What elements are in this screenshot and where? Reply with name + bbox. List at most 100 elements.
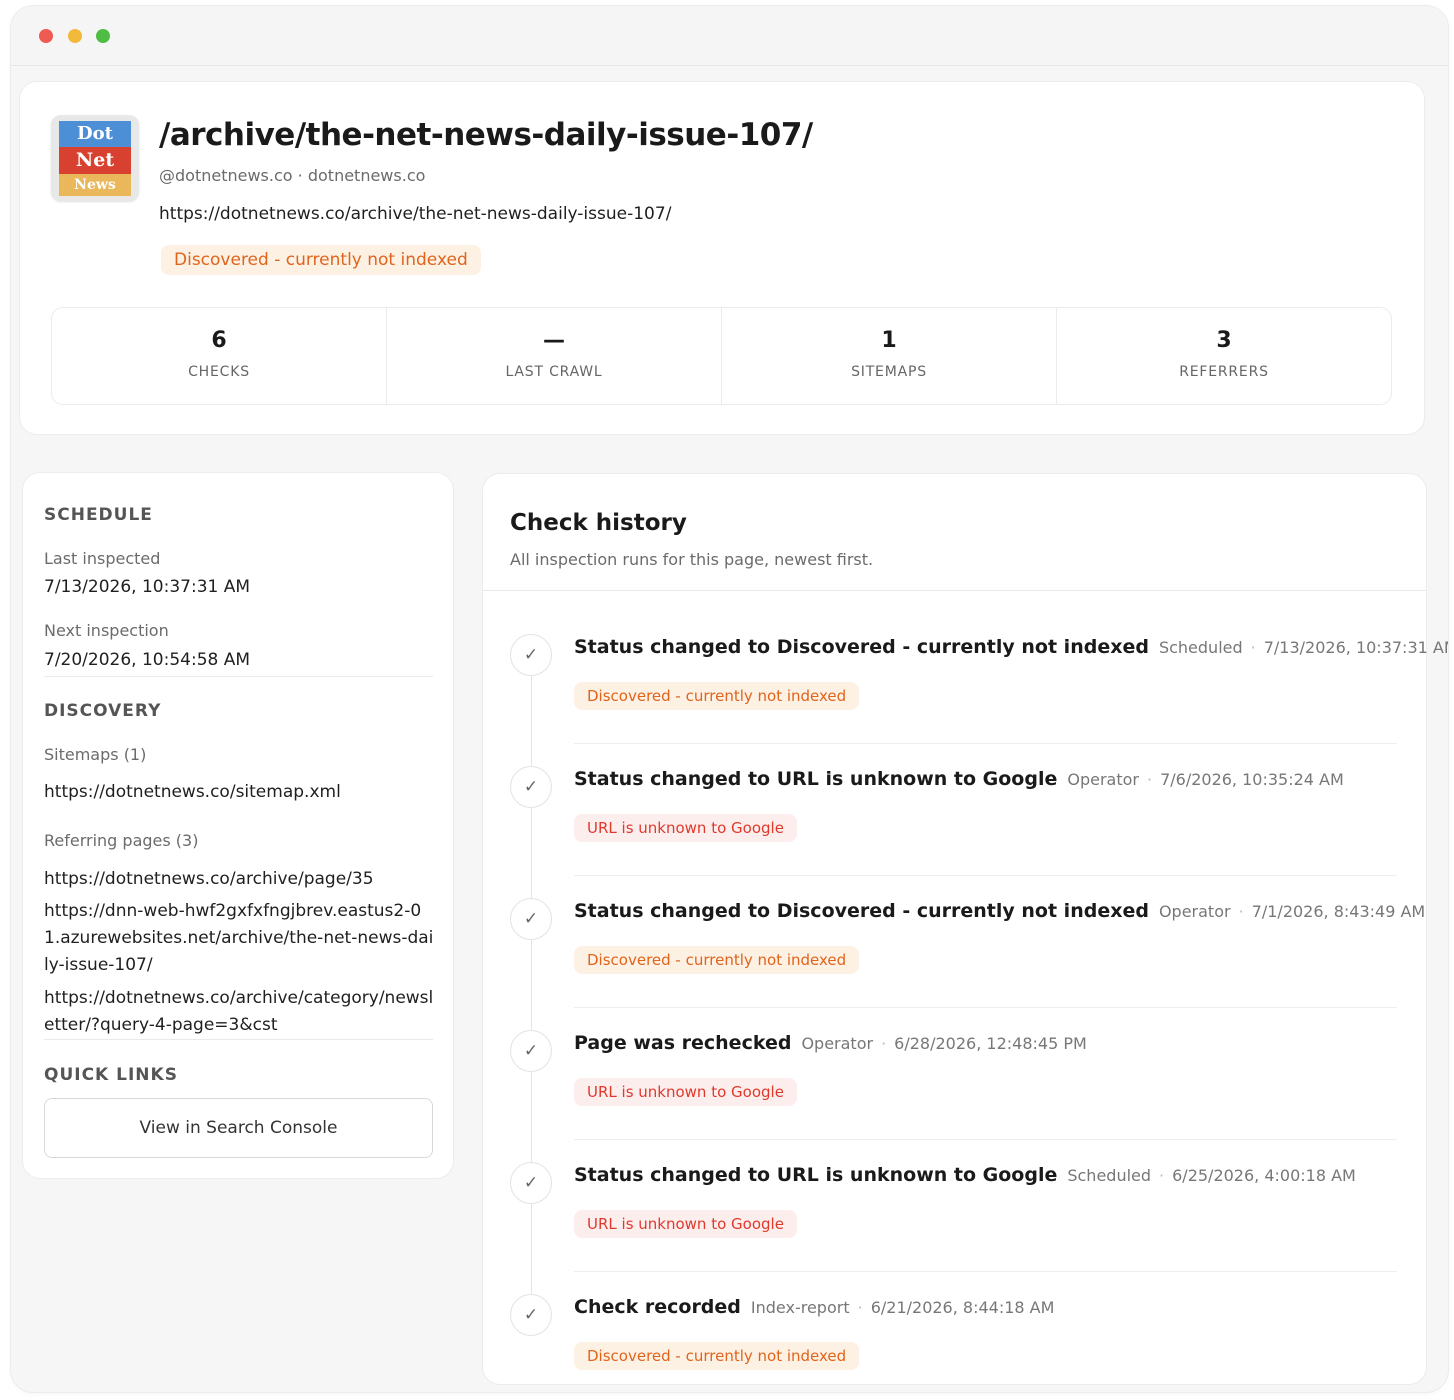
stat-label: SITEMAPS — [851, 364, 927, 380]
maximize-window-button[interactable] — [96, 29, 110, 43]
history-entry: ✓ Page was rechecked Operator · 6/28/2026, … — [483, 1020, 1426, 1152]
entry-status-badge: Discovered - currently not indexed — [574, 682, 860, 710]
site-info: @dotnetnews.co · dotnetnews.co — [159, 166, 425, 185]
section-divider — [44, 676, 433, 677]
details-sidebar: SCHEDULE Last inspected 7/13/2026, 10:37… — [22, 472, 454, 1179]
discovery-heading: DISCOVERY — [44, 701, 162, 721]
entry-header: Status changed to URL is unknown to Goog… — [574, 1164, 1356, 1186]
history-entry: ✓ Status changed to URL is unknown to Go… — [483, 1152, 1426, 1284]
site-logo: Dot Net News — [51, 115, 139, 201]
meta-separator: · — [1238, 902, 1244, 921]
entry-source: Operator — [801, 1034, 874, 1053]
close-window-button[interactable] — [39, 29, 53, 43]
site-separator: · — [297, 166, 303, 185]
schedule-heading: SCHEDULE — [44, 505, 153, 525]
entry-source: Scheduled — [1067, 1166, 1152, 1185]
check-history-card: Check history All inspection runs for th… — [482, 473, 1448, 1385]
minimize-window-button[interactable] — [68, 29, 82, 43]
stat-last-crawl: — LAST CRAWL — [387, 308, 722, 404]
entry-status-badge: Discovered - currently not indexed — [574, 1342, 860, 1370]
entry-header: Check recorded Index-report · 6/21/2026, 8:… — [574, 1296, 1054, 1318]
entry-time: 7/1/2026, 8:43:49 AM — [1251, 902, 1426, 921]
entry-time: 6/28/2026, 12:48:45 PM — [894, 1034, 1087, 1053]
section-divider — [44, 1039, 433, 1040]
browser-window: Dot Net News /archive/the-net-news-daily… — [11, 6, 1448, 1392]
stat-value: 3 — [1216, 328, 1232, 353]
history-entry: ✓ Status changed to Discovered - current… — [483, 888, 1426, 1020]
section-divider — [483, 590, 1426, 591]
meta-separator: · — [1146, 770, 1153, 789]
view-in-search-console-button[interactable]: View in Search Console — [44, 1098, 433, 1158]
stat-referrers: 3 REFERRERS — [1057, 308, 1391, 404]
site-domain: dotnetnews.co — [307, 166, 426, 185]
stat-checks: 6 CHECKS — [52, 308, 387, 404]
index-status-badge: Discovered - currently not indexed — [161, 245, 481, 275]
meta-separator: · — [857, 1298, 863, 1317]
next-inspection-label: Next inspection — [44, 621, 169, 640]
check-icon: ✓ — [510, 898, 552, 940]
sitemaps-label: Sitemaps (1) — [44, 745, 147, 764]
check-icon: ✓ — [510, 1030, 552, 1072]
check-history-subtitle: All inspection runs for this page, newes… — [510, 550, 874, 569]
entry-header: Page was rechecked Operator · 6/28/2026, 12… — [574, 1032, 1087, 1054]
entry-time: 6/25/2026, 4:00:18 AM — [1172, 1166, 1356, 1185]
entry-source: Index-report — [750, 1298, 850, 1317]
stat-sitemaps: 1 SITEMAPS — [722, 308, 1057, 404]
entry-time: 6/21/2026, 8:44:18 AM — [870, 1298, 1055, 1317]
entry-title: Status changed to URL is unknown to Goog… — [574, 1164, 1058, 1186]
next-inspection-value: 7/20/2026, 10:54:58 AM — [44, 650, 251, 670]
entry-divider — [574, 1271, 1397, 1272]
stat-value: 6 — [211, 328, 227, 353]
entry-title: Check recorded — [574, 1296, 741, 1318]
entry-divider — [574, 875, 1397, 876]
stat-value: 1 — [881, 328, 897, 353]
window-titlebar — [11, 6, 1448, 66]
stat-label: CHECKS — [188, 364, 250, 380]
page-header-card: Dot Net News /archive/the-net-news-daily… — [19, 81, 1425, 435]
page-title: /archive/the-net-news-daily-issue-107/ — [159, 117, 813, 153]
history-entry: ✓ Status changed to URL is unknown to Go… — [483, 756, 1426, 888]
entry-source: Operator — [1067, 770, 1139, 789]
check-icon: ✓ — [510, 634, 552, 676]
quick-links-heading: QUICK LINKS — [44, 1065, 178, 1085]
check-icon: ✓ — [510, 1294, 552, 1336]
entry-status-badge: URL is unknown to Google — [574, 814, 797, 842]
meta-separator: · — [1159, 1166, 1165, 1185]
stats-bar: 6 CHECKS — LAST CRAWL 1 SITEMAPS 3 REFER… — [51, 307, 1392, 405]
entry-divider — [574, 1139, 1397, 1140]
entry-title: Status changed to Discovered - currently… — [574, 900, 1149, 922]
stat-label: REFERRERS — [1179, 364, 1269, 380]
page-url[interactable]: https://dotnetnews.co/archive/the-net-ne… — [159, 204, 671, 224]
meta-separator: · — [881, 1034, 887, 1053]
entry-header: Status changed to Discovered - currently… — [574, 636, 1448, 658]
logo-word-news: News — [59, 174, 131, 196]
history-entry: ✓ Check recorded Index-report · 6/21/2026, … — [483, 1284, 1426, 1392]
entry-header: Status changed to URL is unknown to Goog… — [574, 768, 1344, 790]
entry-time: 7/6/2026, 10:35:24 AM — [1160, 770, 1344, 789]
stat-label: LAST CRAWL — [505, 364, 603, 380]
logo-word-net: Net — [59, 147, 131, 174]
entry-status-badge: Discovered - currently not indexed — [574, 946, 860, 974]
referring-page-link[interactable]: https://dnn-web-hwf2gxfxfngjbrev.eastus2… — [44, 898, 436, 979]
last-inspected-value: 7/13/2026, 10:37:31 AM — [44, 577, 251, 597]
check-icon: ✓ — [510, 1162, 552, 1204]
last-inspected-label: Last inspected — [44, 549, 161, 568]
sitemap-link[interactable]: https://dotnetnews.co/sitemap.xml — [44, 779, 436, 806]
entry-divider — [574, 743, 1397, 744]
entry-title: Status changed to URL is unknown to Goog… — [574, 768, 1058, 790]
referring-pages-label: Referring pages (3) — [44, 831, 199, 850]
entry-status-badge: URL is unknown to Google — [574, 1210, 797, 1238]
check-history-title: Check history — [510, 510, 687, 536]
site-handle: @dotnetnews.co — [159, 166, 293, 185]
entry-status-badge: URL is unknown to Google — [574, 1078, 797, 1106]
history-entry: ✓ Status changed to Discovered - current… — [483, 624, 1448, 756]
entry-divider — [574, 1007, 1397, 1008]
referring-page-link[interactable]: https://dotnetnews.co/archive/category/n… — [44, 985, 436, 1039]
entry-title: Status changed to Discovered - currently… — [574, 636, 1149, 658]
meta-separator: · — [1250, 638, 1256, 657]
entry-header: Status changed to Discovered - currently… — [574, 900, 1425, 922]
stat-value: — — [543, 328, 565, 353]
logo-word-dot: Dot — [59, 121, 131, 147]
entry-title: Page was rechecked — [574, 1032, 792, 1054]
referring-page-link[interactable]: https://dotnetnews.co/archive/page/35 — [44, 866, 436, 893]
